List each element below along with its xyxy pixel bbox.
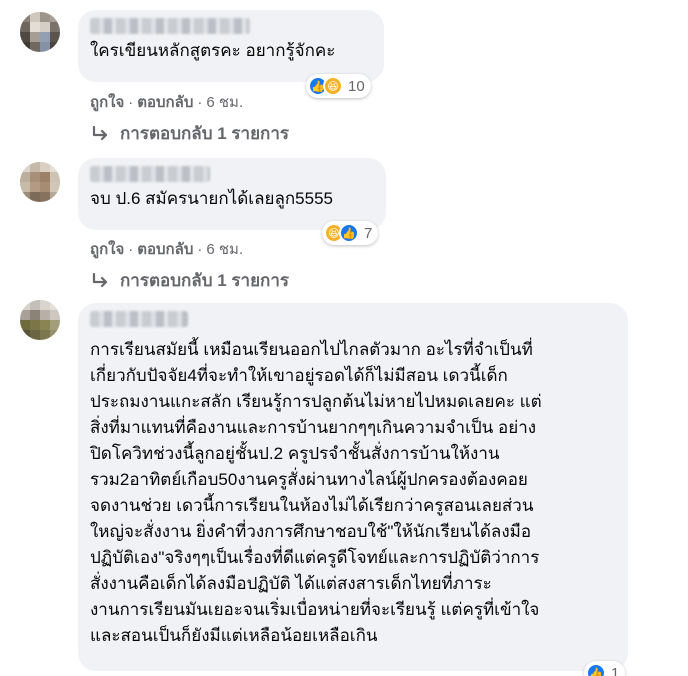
reply-link[interactable]: ตอบกลับ xyxy=(137,94,193,111)
reply-link[interactable]: ตอบกลับ xyxy=(137,241,193,258)
comment-actions: ถูกใจ · ตอบกลับ · 6 ชม. xyxy=(90,90,243,114)
reaction-summary[interactable]: 😆 👍 7 xyxy=(322,221,379,245)
comment-text: การเรียนสมัยนี้ เหมือนเรียนออกไปไกลตัวมา… xyxy=(90,337,616,649)
separator: · xyxy=(128,241,134,258)
view-replies-link[interactable]: การตอบกลับ 1 รายการ xyxy=(92,120,289,147)
comment-text-line: สั่งงานคือเด็กได้ลงมือปฏิบัติ ได้แต่สงสา… xyxy=(90,574,492,593)
timestamp[interactable]: 6 ชม. xyxy=(206,241,243,258)
like-link[interactable]: ถูกใจ xyxy=(90,94,124,111)
reaction-summary[interactable]: 👍 😆 10 xyxy=(306,74,371,98)
like-icon: 👍 xyxy=(586,663,606,676)
like-icon: 👍 xyxy=(339,223,359,243)
separator: · xyxy=(197,94,203,111)
reaction-count: 1 xyxy=(611,664,620,676)
reaction-count: 7 xyxy=(364,224,373,242)
avatar[interactable] xyxy=(20,300,60,340)
separator: · xyxy=(197,241,203,258)
replies-label: การตอบกลับ 1 รายการ xyxy=(120,271,290,290)
comment-text-line: ประถมงานแกะสลัก เรียนรู้การปลูกต้นไม่หาย… xyxy=(90,392,542,411)
comment-text-line: รวม2อาทิตย์เกือบ50งานครูสั่งผ่านทางไลน์ผ… xyxy=(90,470,528,489)
haha-icon: 😆 xyxy=(323,76,343,96)
comment-actions: ถูกใจ · ตอบกลับ · 6 ชม. xyxy=(90,237,243,261)
like-link[interactable]: ถูกใจ xyxy=(90,241,124,258)
avatar[interactable] xyxy=(20,162,60,202)
author-name[interactable] xyxy=(90,18,250,34)
view-replies-link[interactable]: การตอบกลับ 1 รายการ xyxy=(92,267,289,294)
comment-text-line: งานการเรียนมันเยอะจนเริ่มเบื่อหน่ายที่จะ… xyxy=(90,600,540,619)
avatar[interactable] xyxy=(20,12,60,52)
comment-text-line: สิ่งที่มาแทนที่คืองานและการบ้านยากๆๆเกิน… xyxy=(90,418,537,437)
comment-text-line: เกี่ยวกับปัจจัย4ที่จะทำให้เขาอยู่รอดได้ก… xyxy=(90,366,508,385)
comment-text: จบ ป.6 สมัครนายกได้เลยลูก5555 xyxy=(90,189,333,208)
reaction-count: 10 xyxy=(348,77,365,95)
comment-text: ใครเขียนหลักสูตรคะ อยากรู้จักคะ xyxy=(90,41,336,60)
reply-arrow-icon xyxy=(92,272,108,287)
comment-text-line: การเรียนสมัยนี้ เหมือนเรียนออกไปไกลตัวมา… xyxy=(90,340,533,359)
separator: · xyxy=(128,94,134,111)
comment-bubble: [blurred name] จบ ป.6 สมัครนายกได้เลยลูก… xyxy=(78,158,386,230)
timestamp[interactable]: 6 ชม. xyxy=(206,94,243,111)
comment-text-line: ปิดโควิทช่วงนี้ลูกอยู่ชั้นป.2 ครูปรจำชั้… xyxy=(90,444,500,463)
comment-bubble: [blurred name] ใครเขียนหลักสูตรคะ อยากรู… xyxy=(78,10,384,82)
comment-text-line: จดงานช่วย เดวนี้การเรียนในห้องไม่ได้เรีย… xyxy=(90,496,534,515)
reply-arrow-icon xyxy=(92,125,108,140)
comment-text-line: ใหญ่จะสั่งงาน ยิ่งคำที่วงการศึกษาชอบใช้"… xyxy=(90,522,532,541)
reaction-summary[interactable]: 👍 1 xyxy=(584,661,626,676)
author-name[interactable] xyxy=(90,311,188,327)
comment: [blurred name] การเรียนสมัยนี้ เหมือนเรี… xyxy=(0,295,688,676)
comment-text-line: ปฏิบัติเอง"จริงๆๆเป็นเรื่องที่ดีแต่ครูดี… xyxy=(90,548,540,567)
comment-bubble: [blurred name] การเรียนสมัยนี้ เหมือนเรี… xyxy=(78,303,628,671)
comment: [blurred name] จบ ป.6 สมัครนายกได้เลยลูก… xyxy=(0,150,688,295)
replies-label: การตอบกลับ 1 รายการ xyxy=(120,124,290,143)
comment: [blurred name] ใครเขียนหลักสูตรคะ อยากรู… xyxy=(0,0,688,150)
comment-text-line: และสอนเป็นก็ยังมีแต่เหลือน้อยเหลือเกิน xyxy=(90,626,378,645)
author-name[interactable] xyxy=(90,166,210,182)
